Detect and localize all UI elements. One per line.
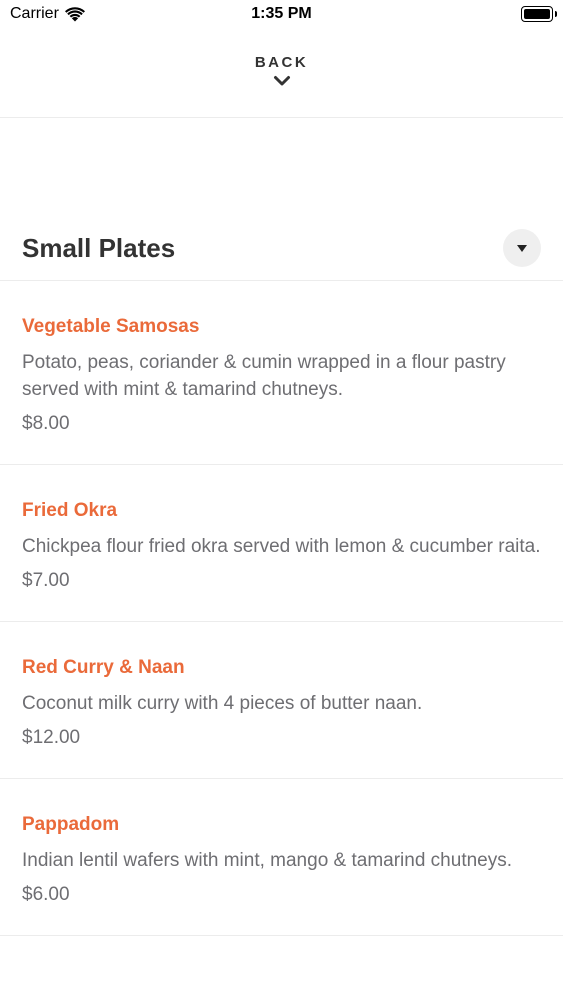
menu-item[interactable]: Fried Okra Chickpea flour fried okra ser… xyxy=(0,465,563,622)
item-name: Vegetable Samosas xyxy=(22,316,200,337)
item-price: $12.00 xyxy=(22,727,81,748)
item-name: Red Curry & Naan xyxy=(22,657,185,678)
header-divider xyxy=(0,117,563,118)
back-button[interactable]: BACK xyxy=(0,54,563,87)
item-description: Indian lentil wafers with mint, mango & … xyxy=(22,850,513,871)
caret-down-icon xyxy=(517,244,527,252)
item-description: Chickpea flour fried okra served with le… xyxy=(22,536,541,557)
menu-item[interactable]: Vegetable Samosas Potato, peas, coriande… xyxy=(0,281,563,465)
chevron-down-icon xyxy=(273,76,290,86)
section-title: Small Plates xyxy=(22,233,176,263)
menu-list: Vegetable Samosas Potato, peas, coriande… xyxy=(0,281,563,936)
item-price: $7.00 xyxy=(22,570,70,591)
menu-item[interactable]: Red Curry & Naan Coconut milk curry with… xyxy=(0,622,563,779)
item-name: Fried Okra xyxy=(22,500,118,521)
status-bar: Carrier 1:35 PM xyxy=(0,0,563,30)
item-description: Potato, peas, coriander & cumin wrapped … xyxy=(22,352,506,400)
item-description: Coconut milk curry with 4 pieces of butt… xyxy=(22,693,423,714)
item-price: $6.00 xyxy=(22,884,70,905)
section-toggle-button[interactable] xyxy=(503,229,541,267)
menu-item[interactable]: Pappadom Indian lentil wafers with mint,… xyxy=(0,779,563,936)
item-price: $8.00 xyxy=(22,413,70,434)
section-header: Small Plates xyxy=(22,228,541,268)
battery-icon xyxy=(521,6,557,22)
item-name: Pappadom xyxy=(22,814,120,835)
clock: 1:35 PM xyxy=(251,5,312,22)
back-label: BACK xyxy=(254,54,309,71)
